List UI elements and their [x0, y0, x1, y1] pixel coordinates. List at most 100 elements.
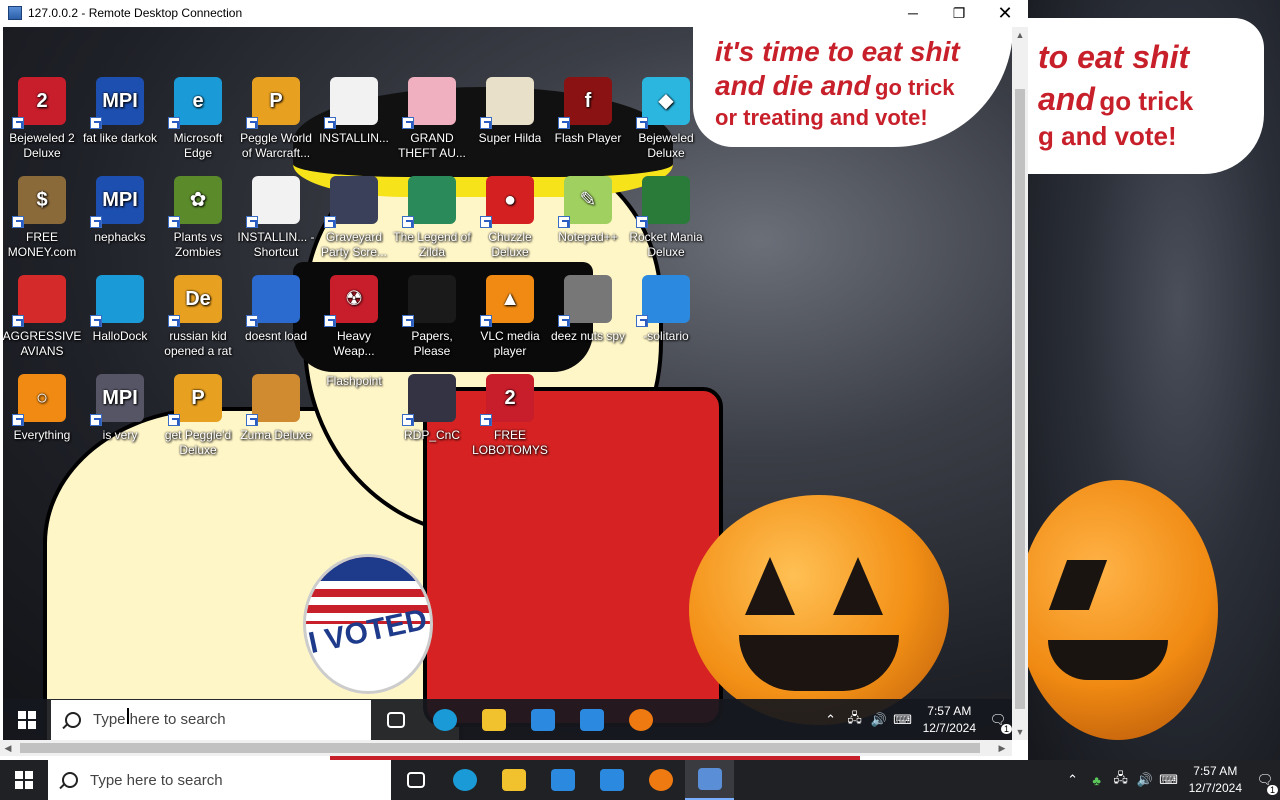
- taskbar-app-button[interactable]: [538, 760, 587, 800]
- horizontal-scroll-thumb[interactable]: [20, 743, 980, 753]
- scroll-right-icon[interactable]: ▶: [994, 740, 1010, 756]
- desktop-icon[interactable]: The Legend of Zilda: [393, 176, 471, 260]
- scroll-down-icon[interactable]: ▼: [1012, 724, 1028, 740]
- edge-icon: [432, 708, 457, 731]
- taskbar-app-button[interactable]: [518, 699, 567, 740]
- minimize-button[interactable]: ─: [890, 0, 936, 26]
- desktop-icon[interactable]: RDP_CnC: [393, 374, 471, 443]
- desktop-icon[interactable]: AGGRESSIVE AVIANS: [3, 275, 81, 359]
- desktop-icon[interactable]: ◆ Bejeweled Deluxe: [627, 77, 705, 161]
- bejeweled-icon: ◆: [636, 77, 690, 129]
- taskbar-app-button[interactable]: [587, 760, 636, 800]
- notification-icon[interactable]: 🗨 1: [1250, 760, 1280, 800]
- edge-icon: e: [168, 77, 222, 129]
- taskbar-app-button[interactable]: [391, 760, 440, 800]
- notification-icon[interactable]: 🗨 1: [984, 699, 1012, 740]
- desktop-icon[interactable]: ▲ VLC media player: [471, 275, 549, 359]
- keyboard-icon[interactable]: ⌨: [891, 699, 915, 740]
- speech-bubble: it's time to eat shit and die and go tri…: [693, 27, 1012, 147]
- host-pumpkin-image: [1028, 480, 1218, 740]
- desktop-icon[interactable]: P Peggle World of Warcraft...: [237, 77, 315, 161]
- title-bar[interactable]: 127.0.0.2 - Remote Desktop Connection ─ …: [0, 0, 1028, 26]
- taskbar-app-button[interactable]: [685, 759, 734, 800]
- scroll-up-icon[interactable]: ▲: [1012, 27, 1028, 43]
- taskbar-app-button[interactable]: [567, 699, 616, 740]
- desktop-icon-label: fat like darkok: [82, 131, 158, 145]
- desktop-icon[interactable]: MPI is very: [81, 374, 159, 443]
- task-view-icon: [406, 772, 425, 788]
- clock[interactable]: 7:57 AM 12/7/2024: [915, 703, 984, 737]
- desktop-icon-label: Notepad++: [558, 230, 618, 244]
- desktop-icon[interactable]: MPI nephacks: [81, 176, 159, 245]
- desktop-icon[interactable]: deez nuts spy: [549, 275, 627, 344]
- desktop-icon[interactable]: -solitario: [627, 275, 705, 344]
- host-system-tray: ⌃ ♣ 🖧 🔊 ⌨ 7:57 AM 12/7/2024 🗨 1: [1061, 760, 1280, 800]
- desktop-icon[interactable]: ✿ Plants vs Zombies: [159, 176, 237, 260]
- desktop-icon[interactable]: Super Hilda: [471, 77, 549, 146]
- taskbar-app-button[interactable]: [440, 760, 489, 800]
- zuma-icon: [246, 374, 300, 426]
- start-button[interactable]: [3, 699, 51, 740]
- taskbar-app-button[interactable]: [636, 760, 685, 800]
- network-icon[interactable]: 🖧: [843, 699, 867, 740]
- shortcut-arrow-icon: [636, 117, 648, 129]
- desktop-icon[interactable]: 2 Bejeweled 2 Deluxe: [3, 77, 81, 161]
- vertical-scrollbar[interactable]: ▲ ▼: [1012, 27, 1028, 740]
- desktop-icon[interactable]: Graveyard Party Scre...: [315, 176, 393, 260]
- angry-birds-icon: [12, 275, 66, 327]
- desktop-icon-label: VLC media player: [480, 329, 540, 358]
- shortcut-arrow-icon: [558, 216, 570, 228]
- security-icon[interactable]: ♣: [1085, 760, 1109, 800]
- network-icon[interactable]: 🖧: [1109, 760, 1133, 800]
- host-clock[interactable]: 7:57 AM 12/7/2024: [1181, 763, 1250, 797]
- host-search-box[interactable]: Type here to search: [48, 760, 391, 800]
- remote-desktop-area[interactable]: it's time to eat shit and die and go tri…: [3, 27, 1012, 740]
- document-icon: [246, 176, 300, 228]
- desktop-icon[interactable]: Zuma Deluxe: [237, 374, 315, 443]
- desktop-icon[interactable]: ○ Everything: [3, 374, 81, 443]
- desktop-icon[interactable]: 2 FREE LOBOTOMYS: [471, 374, 549, 458]
- keyboard-icon[interactable]: ⌨: [1157, 760, 1181, 800]
- desktop-icon-label: Microsoft Edge: [173, 131, 223, 160]
- pumpkin-image: [689, 495, 949, 725]
- taskbar-app-button[interactable]: [469, 699, 518, 740]
- taskbar-app-button[interactable]: [616, 699, 665, 740]
- desktop-icon[interactable]: ● Chuzzle Deluxe: [471, 176, 549, 260]
- desktop-icon[interactable]: ✎ Notepad++: [549, 176, 627, 245]
- desktop-icon[interactable]: f Flash Player: [549, 77, 627, 146]
- chevron-up-icon[interactable]: ⌃: [1061, 760, 1085, 800]
- desktop-icon[interactable]: De russian kid opened a rat: [159, 275, 237, 359]
- desktop-icon[interactable]: e Microsoft Edge: [159, 77, 237, 161]
- taskbar-app-button[interactable]: [420, 699, 469, 740]
- desktop-icon[interactable]: Pget Peggle'd Deluxe: [159, 374, 237, 458]
- horizontal-scrollbar[interactable]: ◀ ▶: [0, 740, 1012, 756]
- close-button[interactable]: ✕: [982, 0, 1028, 26]
- search-icon: [65, 711, 81, 728]
- desktop-icon-label: Graveyard Party Scre...: [320, 230, 388, 259]
- money-bag-icon: $: [12, 176, 66, 228]
- host-start-button[interactable]: [0, 760, 48, 800]
- desktop-icon[interactable]: ☢ Heavy Weap...: [315, 275, 393, 359]
- bubble-line-2-small: go trick: [875, 75, 955, 100]
- volume-icon[interactable]: 🔊: [1133, 760, 1157, 800]
- desktop-icon[interactable]: INSTALLIN...: [315, 77, 393, 146]
- taskbar-app-button[interactable]: [371, 699, 420, 740]
- search-box[interactable]: Type here to search: [51, 699, 371, 740]
- desktop-icon[interactable]: doesnt load: [237, 275, 315, 344]
- store-icon: [530, 708, 555, 731]
- desktop-icon[interactable]: Rocket Mania Deluxe: [627, 176, 705, 260]
- host-taskbar: Type here to search ⌃ ♣ 🖧 🔊 ⌨ 7:57 AM 12…: [0, 759, 1280, 800]
- desktop-icon[interactable]: INSTALLIN... - Shortcut: [237, 176, 315, 260]
- desktop-icon[interactable]: Papers, Please: [393, 275, 471, 359]
- restore-button[interactable]: ❐: [936, 0, 982, 26]
- desktop-icon[interactable]: $ FREE MONEY.com: [3, 176, 81, 260]
- volume-icon[interactable]: 🔊: [867, 699, 891, 740]
- vertical-scroll-thumb[interactable]: [1015, 89, 1025, 709]
- scroll-left-icon[interactable]: ◀: [0, 740, 16, 756]
- desktop-icon[interactable]: ➤Flashpoint: [315, 374, 393, 389]
- desktop-icon[interactable]: GRAND THEFT AU...: [393, 77, 471, 161]
- taskbar-app-button[interactable]: [489, 760, 538, 800]
- desktop-icon[interactable]: HalloDock: [81, 275, 159, 344]
- desktop-icon[interactable]: MPI fat like darkok: [81, 77, 159, 146]
- chevron-up-icon[interactable]: ⌃: [819, 699, 843, 740]
